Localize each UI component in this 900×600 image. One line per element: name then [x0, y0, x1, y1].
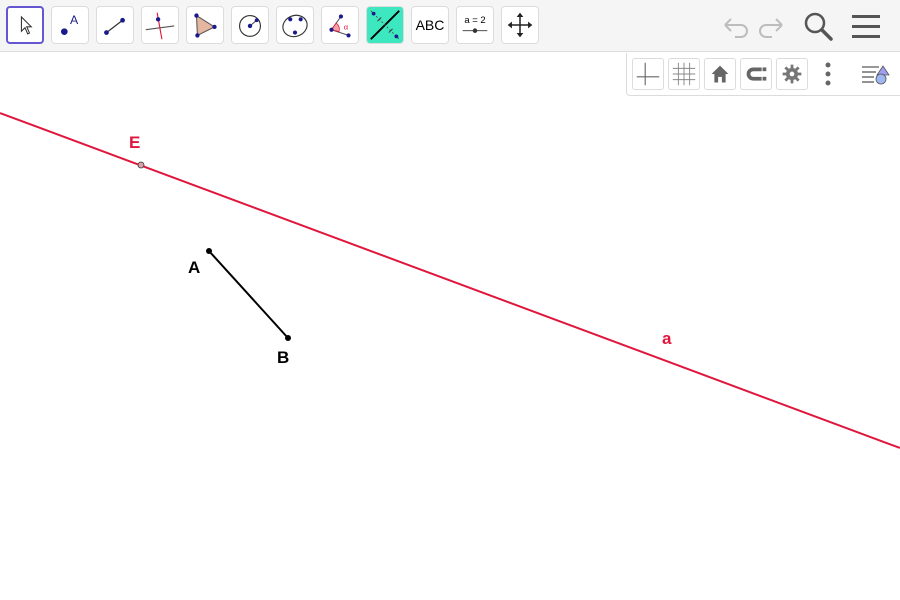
search-icon [804, 12, 833, 41]
redo-icon [759, 18, 783, 38]
segment-ab[interactable] [208, 250, 289, 339]
axes-toggle-button[interactable] [632, 58, 664, 90]
circle-tool-button[interactable] [231, 6, 269, 44]
point-b[interactable] [285, 335, 291, 341]
line-a[interactable] [0, 112, 900, 449]
angle-tool-button[interactable]: α [321, 6, 359, 44]
point-a[interactable] [206, 248, 212, 254]
move-graphics-view-tool-button[interactable] [501, 6, 539, 44]
label-point-e: E [129, 133, 141, 152]
reflect-icon [370, 10, 400, 40]
perpendicular-line-icon [145, 12, 175, 40]
label-point-b: B [277, 348, 290, 367]
graphics-view[interactable]: E A B a [0, 53, 900, 600]
axes-icon [636, 62, 660, 86]
move-graphics-icon [507, 12, 533, 38]
text-icon: ABC [415, 17, 445, 33]
segment-icon [104, 17, 125, 35]
toolbar: A α ABC a = 2 [0, 0, 900, 52]
segment-tool-button[interactable] [96, 6, 134, 44]
label-point-a: A [188, 258, 201, 277]
undo-button[interactable] [717, 8, 753, 44]
ellipse-icon [282, 14, 308, 38]
point-capturing-icon [746, 67, 767, 81]
more-vertical-icon [825, 62, 831, 86]
point-capturing-button[interactable] [740, 58, 772, 90]
point-e[interactable] [137, 161, 145, 169]
conic-tool-button[interactable] [276, 6, 314, 44]
redo-button[interactable] [754, 8, 790, 44]
home-icon [711, 65, 729, 83]
graphics-style-bar [626, 53, 900, 96]
perpendicular-line-tool-button[interactable] [141, 6, 179, 44]
move-tool-button[interactable] [6, 6, 44, 44]
grid-icon [672, 62, 696, 86]
undo-icon [724, 18, 748, 38]
text-tool-button[interactable]: ABC [411, 6, 449, 44]
search-button[interactable] [800, 8, 836, 44]
arrow-pointer-icon [20, 15, 33, 35]
slider-tool-button[interactable]: a = 2 [456, 6, 494, 44]
label-line-a: a [662, 329, 672, 348]
style-bar-toggle-button[interactable] [859, 58, 891, 90]
point-icon: A [61, 13, 79, 35]
grid-toggle-button[interactable] [668, 58, 700, 90]
standard-view-button[interactable] [704, 58, 736, 90]
point-tool-letter: A [70, 13, 79, 27]
circle-icon [239, 14, 261, 37]
style-bar-toggle-icon [862, 65, 890, 85]
settings-icon [782, 64, 802, 84]
slider-tool-label: a = 2 [464, 15, 485, 26]
polygon-tool-button[interactable] [186, 6, 224, 44]
polygon-icon [194, 13, 217, 38]
graphics-settings-button[interactable] [776, 58, 808, 90]
point-tool-button[interactable]: A [51, 6, 89, 44]
angle-icon: α [329, 14, 351, 38]
reflect-tool-button[interactable] [366, 6, 404, 44]
menu-icon [852, 15, 880, 38]
angle-tool-letter: α [344, 23, 349, 32]
main-menu-button[interactable] [848, 8, 884, 44]
slider-icon: a = 2 [462, 15, 488, 33]
more-options-button[interactable] [812, 58, 844, 90]
